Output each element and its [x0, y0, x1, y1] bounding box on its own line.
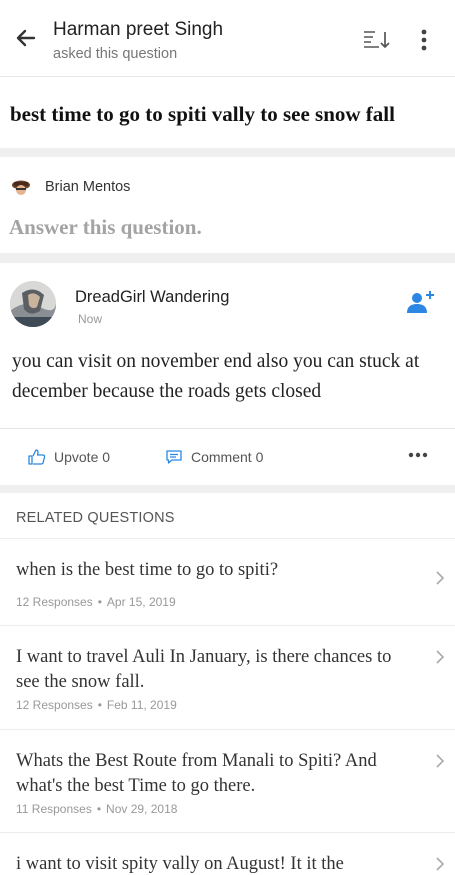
- related-question-item[interactable]: when is the best time to go to spiti? 12…: [0, 538, 455, 625]
- comment-button[interactable]: Comment 0: [165, 449, 263, 465]
- upvote-button[interactable]: Upvote 0: [28, 449, 110, 465]
- answer-author-name[interactable]: DreadGirl Wandering: [75, 288, 229, 307]
- answer-this-question-prompt[interactable]: Answer this question.: [9, 215, 202, 240]
- question-header: best time to go to spiti vally to see sn…: [0, 76, 455, 148]
- answer-prompt-card[interactable]: Brian Mentos Answer this question.: [0, 157, 455, 253]
- response-count: 12 Responses: [16, 698, 93, 712]
- question-date: Feb 11, 2019: [106, 698, 177, 712]
- chevron-right-icon: [434, 855, 446, 873]
- question-date: Apr 15, 2019: [106, 595, 176, 609]
- response-count: 12 Responses: [16, 595, 93, 609]
- sort-icon[interactable]: [362, 27, 392, 53]
- question-title: best time to go to spiti vally to see sn…: [10, 102, 395, 126]
- related-question-meta: 12 Responses • Apr 15, 2019: [16, 595, 176, 609]
- related-question-title[interactable]: when is the best time to go to spiti?: [16, 558, 416, 583]
- related-questions-section: RELATED QUESTIONS when is the best time …: [0, 493, 455, 875]
- answer-action-bar: Upvote 0 Comment 0: [0, 428, 455, 485]
- related-question-meta: 11 Responses • Nov 29, 2018: [16, 802, 178, 816]
- author-avatar[interactable]: [10, 281, 56, 327]
- answer-more-icon[interactable]: [407, 447, 429, 463]
- comment-icon: [166, 450, 182, 464]
- related-question-title[interactable]: Whats the Best Route from Manali to Spit…: [16, 749, 416, 799]
- related-question-item[interactable]: i want to visit spity vally on August! I…: [0, 832, 455, 875]
- answer-timestamp: Now: [78, 312, 103, 326]
- chevron-right-icon: [434, 648, 446, 666]
- asker-name[interactable]: Harman preet Singh: [53, 19, 223, 41]
- back-arrow-icon[interactable]: [12, 24, 40, 52]
- asker-subtitle: asked this question: [53, 46, 178, 62]
- chevron-right-icon: [434, 569, 446, 587]
- section-divider: [0, 485, 455, 493]
- related-question-meta: 12 Responses • Feb 11, 2019: [16, 698, 177, 712]
- related-questions-heading: RELATED QUESTIONS: [16, 510, 175, 526]
- question-date: Nov 29, 2018: [106, 802, 178, 816]
- comment-label: Comment 0: [191, 449, 264, 465]
- related-question-title[interactable]: I want to travel Auli In January, is the…: [16, 645, 416, 695]
- chevron-right-icon: [434, 752, 446, 770]
- follow-user-icon[interactable]: [404, 289, 436, 315]
- answer-card: DreadGirl Wandering Now you can visit on…: [0, 263, 455, 485]
- upvote-label: Upvote 0: [54, 449, 111, 465]
- response-count: 11 Responses: [16, 802, 92, 816]
- related-question-item[interactable]: Whats the Best Route from Manali to Spit…: [0, 729, 455, 832]
- related-question-title[interactable]: i want to visit spity vally on August! I…: [16, 852, 416, 875]
- more-options-icon[interactable]: [414, 27, 434, 53]
- related-question-item[interactable]: I want to travel Auli In January, is the…: [0, 625, 455, 729]
- current-user-name: Brian Mentos: [45, 179, 131, 195]
- section-divider: [0, 253, 455, 263]
- thumbs-up-icon: [28, 449, 46, 465]
- app-header: Harman preet Singh asked this question: [0, 0, 455, 76]
- answer-body: you can visit on november end also you c…: [12, 351, 420, 402]
- section-divider: [0, 148, 455, 157]
- user-avatar: [9, 177, 33, 197]
